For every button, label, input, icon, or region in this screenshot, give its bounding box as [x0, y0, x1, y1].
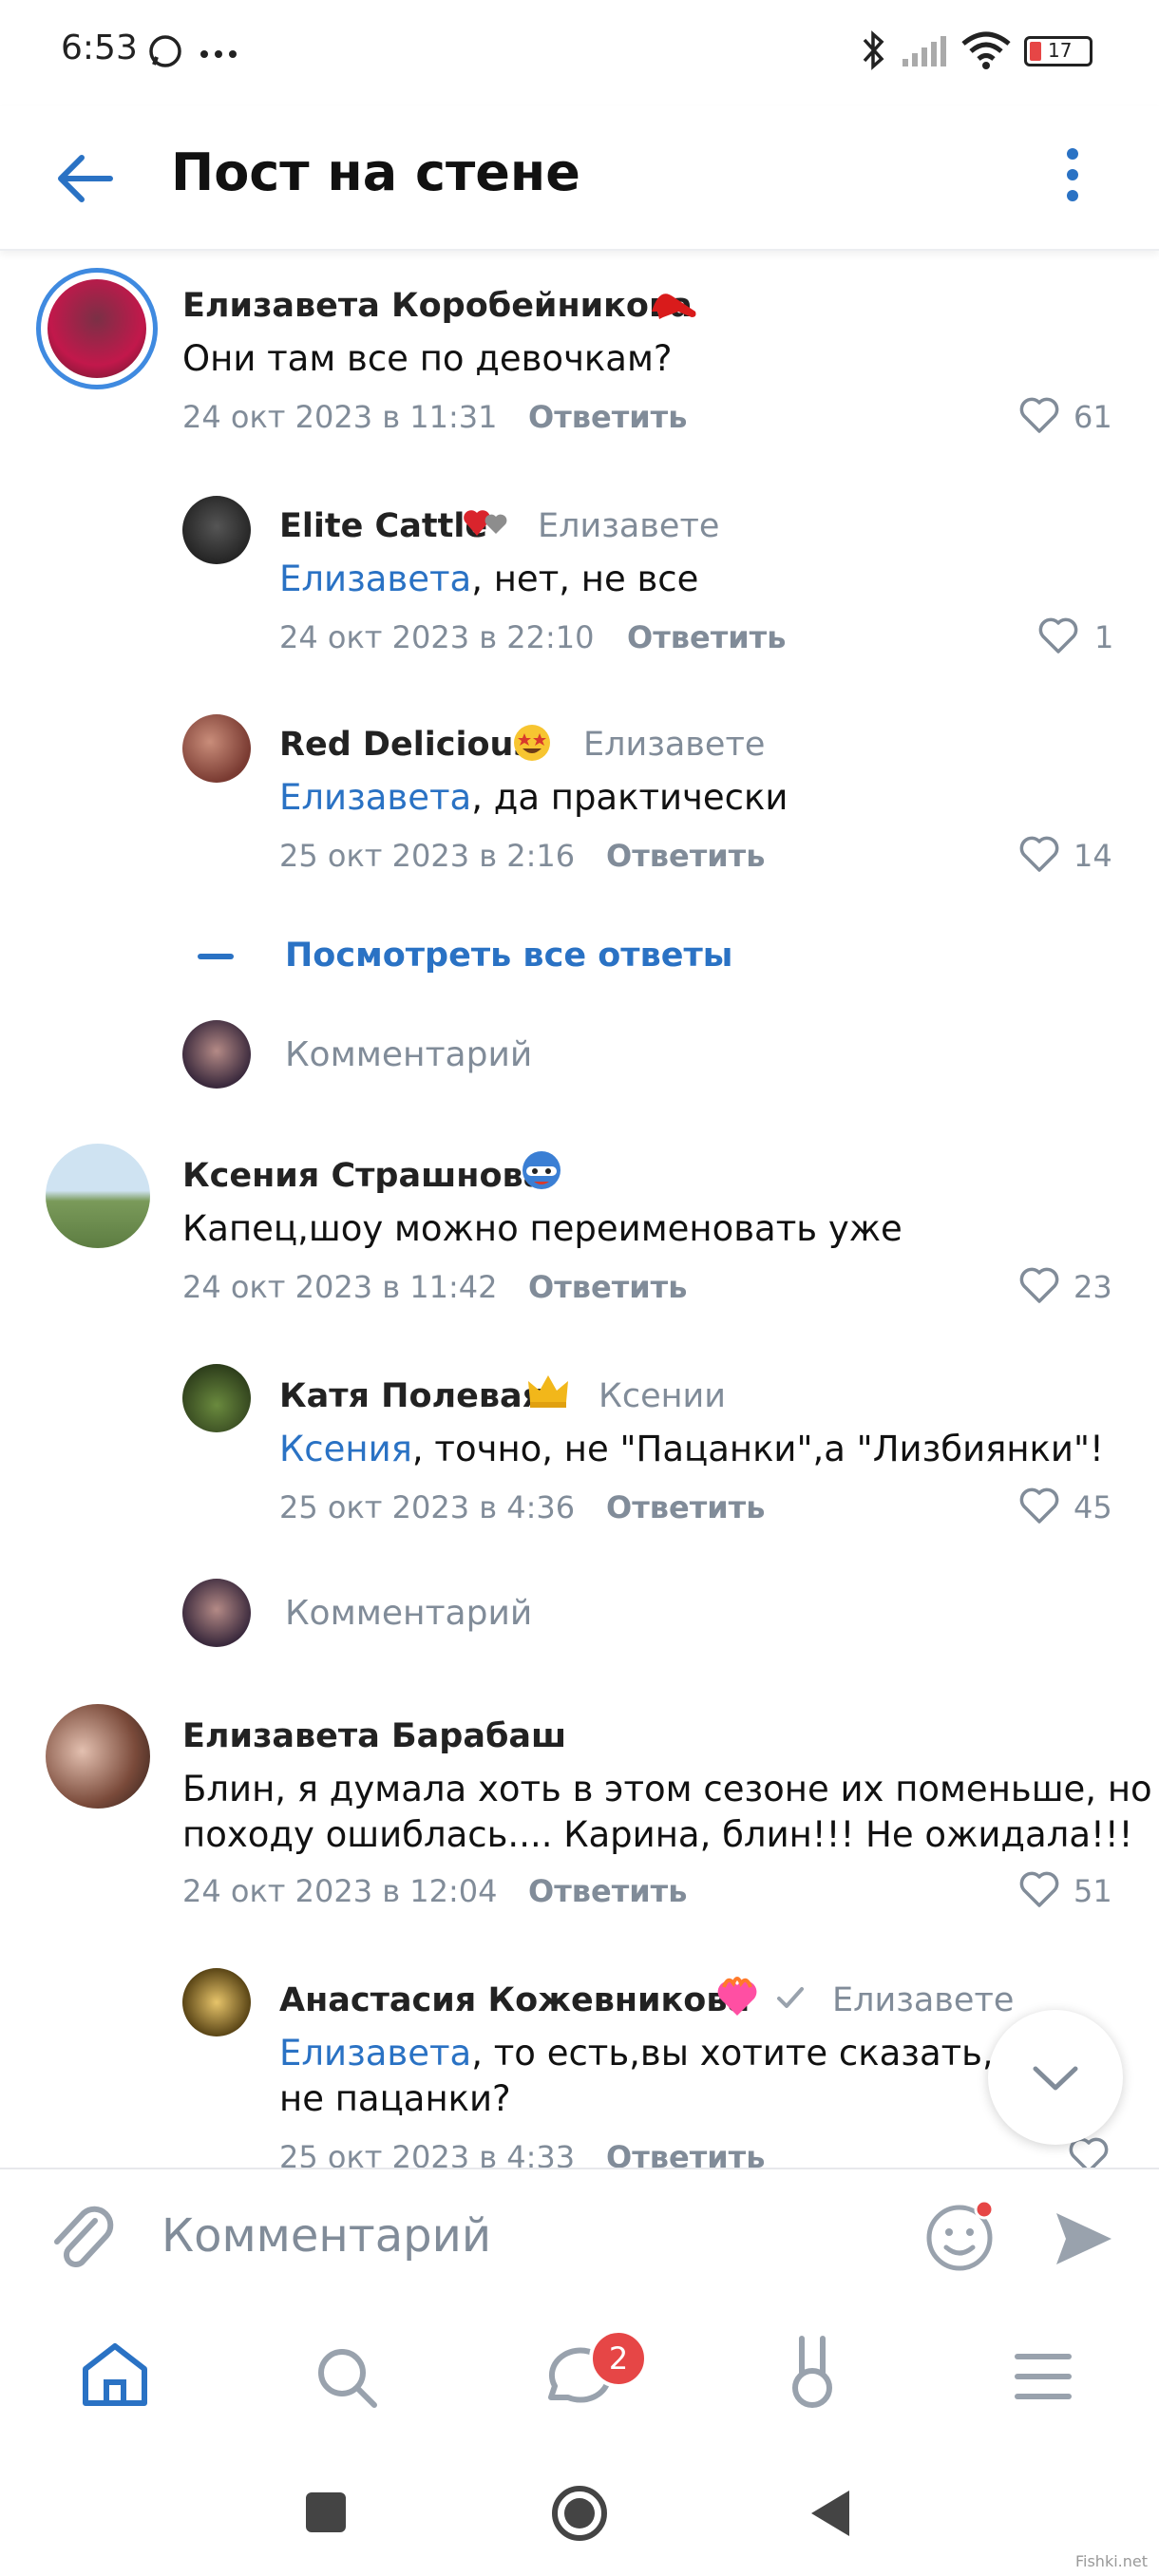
- heart-on-fire-emoji-icon: [714, 1974, 760, 2023]
- comment-input-bar: Комментарий: [0, 2168, 1159, 2310]
- reply-to-name[interactable]: Елизавете: [832, 1981, 1014, 2019]
- mask-emoji-icon: [519, 1147, 564, 1197]
- search-icon[interactable]: [314, 2344, 380, 2415]
- comment-text: Капец,шоу можно переименовать уже: [182, 1208, 902, 1249]
- author-name[interactable]: Red Delicious: [279, 726, 533, 764]
- wifi-icon: [960, 28, 1013, 74]
- battery-icon: 17: [1024, 36, 1092, 66]
- watermark: Fishki.net: [1074, 2552, 1148, 2570]
- avatar[interactable]: [46, 1144, 150, 1248]
- mention-link[interactable]: Елизавета: [279, 2033, 471, 2074]
- like-heart-icon[interactable]: [1037, 617, 1079, 659]
- avatar[interactable]: [182, 714, 251, 783]
- comment-date: 24 окт 2023 в 11:42: [182, 1269, 498, 1305]
- author-name[interactable]: Елизавета Барабаш: [182, 1717, 566, 1755]
- current-user-avatar: [182, 1020, 251, 1089]
- system-nav-bar: [0, 2439, 1159, 2576]
- reply-button[interactable]: Ответить: [528, 1873, 687, 1909]
- avatar[interactable]: [182, 1968, 251, 2036]
- back-arrow-icon[interactable]: [53, 150, 114, 211]
- avatar[interactable]: [46, 1704, 150, 1809]
- like-heart-icon[interactable]: [1018, 1267, 1060, 1309]
- reply-to-name[interactable]: Елизавете: [538, 507, 719, 545]
- avatar[interactable]: [182, 496, 251, 564]
- comment-date: 24 окт 2023 в 12:04: [182, 1873, 498, 1909]
- comment-input[interactable]: Комментарий: [162, 2209, 491, 2263]
- author-name[interactable]: Elite Cattle: [279, 507, 487, 545]
- reply-button[interactable]: Ответить: [528, 1269, 687, 1305]
- current-user-avatar: [182, 1579, 251, 1647]
- clips-icon[interactable]: [779, 2335, 846, 2415]
- avatar[interactable]: [36, 268, 158, 389]
- comment-text-line-2: не пацанки?: [279, 2078, 511, 2119]
- reply-to-name[interactable]: Елизавете: [583, 726, 765, 764]
- author-name[interactable]: Катя Полевая: [279, 1377, 543, 1415]
- emoji-smile-icon[interactable]: [923, 2198, 999, 2278]
- more-vertical-icon[interactable]: [1062, 144, 1083, 209]
- comment-text: Елизавета, да практически: [279, 777, 788, 818]
- paperclip-icon[interactable]: [48, 2202, 114, 2278]
- avatar[interactable]: [182, 1364, 251, 1432]
- bluetooth-icon: [859, 28, 887, 76]
- reply-button[interactable]: Ответить: [528, 399, 687, 435]
- crown-emoji-icon: [526, 1372, 570, 1413]
- comment-text-line-2: походу ошиблась.... Карина, блин!!! Не о…: [182, 1814, 1133, 1855]
- reply-comment-placeholder[interactable]: Комментарий: [285, 1035, 532, 1074]
- comment-text: Ксения, точно, не "Пацанки",а "Лизбиянки…: [279, 1429, 1104, 1469]
- author-name[interactable]: Ксения Страшнова: [182, 1157, 545, 1195]
- signal-icon: [901, 34, 948, 72]
- reply-button[interactable]: Ответить: [627, 619, 786, 655]
- recent-apps-icon[interactable]: [306, 2492, 346, 2532]
- comment-text: Елизавета, нет, не все: [279, 559, 699, 599]
- like-count: 45: [1074, 1489, 1112, 1525]
- chevron-down-icon: [1030, 2061, 1081, 2097]
- like-count: 14: [1074, 838, 1112, 874]
- comment-text-line-1: Елизавета, то есть,вы хотите сказать, чт: [279, 2033, 1046, 2074]
- like-heart-icon[interactable]: [1018, 836, 1060, 878]
- comment-text-line-1: Блин, я думала хоть в этом сезоне их пом…: [182, 1769, 1152, 1809]
- whatsapp-icon: [146, 32, 184, 74]
- battery-level: 17: [1048, 39, 1073, 62]
- messages-badge: 2: [589, 2329, 648, 2388]
- more-notifications-icon: [200, 46, 238, 64]
- status-bar: 6:53 17: [0, 0, 1159, 106]
- comment-date: 24 окт 2023 в 22:10: [279, 619, 595, 655]
- reply-button[interactable]: Ответить: [606, 838, 765, 874]
- home-icon[interactable]: [78, 2340, 152, 2413]
- like-count: 23: [1074, 1269, 1112, 1305]
- page-title: Пост на стене: [171, 142, 580, 202]
- reply-to-name[interactable]: Ксении: [598, 1377, 726, 1415]
- high-heel-emoji-icon: [650, 283, 699, 325]
- verified-check-icon: [773, 1981, 808, 2019]
- star-struck-emoji-icon: [511, 722, 553, 767]
- home-button-icon[interactable]: [551, 2485, 608, 2546]
- bottom-tab-bar: [0, 2306, 1159, 2439]
- mention-link[interactable]: Ксения: [279, 1429, 412, 1469]
- author-name[interactable]: Анастасия Кожевникова: [279, 1981, 750, 2019]
- comment-date: 25 окт 2023 в 2:16: [279, 838, 576, 874]
- like-heart-icon[interactable]: [1018, 397, 1060, 439]
- menu-icon[interactable]: [1013, 2352, 1074, 2405]
- mention-link[interactable]: Елизавета: [279, 559, 471, 599]
- reply-button[interactable]: Ответить: [606, 1489, 765, 1525]
- see-all-replies-link[interactable]: Посмотреть все ответы: [285, 937, 732, 975]
- mention-link[interactable]: Елизавета: [279, 777, 471, 818]
- reply-comment-placeholder[interactable]: Комментарий: [285, 1594, 532, 1633]
- like-heart-icon[interactable]: [1018, 1871, 1060, 1913]
- app-header: Пост на стене: [0, 106, 1159, 251]
- comment-date: 24 окт 2023 в 11:31: [182, 399, 498, 435]
- pixel-hearts-emoji-icon: [464, 507, 509, 545]
- status-time: 6:53: [61, 28, 138, 67]
- comment-date: 25 окт 2023 в 4:36: [279, 1489, 576, 1525]
- like-count: 1: [1094, 619, 1114, 655]
- like-count: 51: [1074, 1873, 1112, 1909]
- back-triangle-icon[interactable]: [808, 2487, 851, 2544]
- scroll-down-button[interactable]: [988, 2010, 1123, 2145]
- like-heart-icon[interactable]: [1018, 1487, 1060, 1529]
- author-name[interactable]: Елизавета Коробейникова: [182, 287, 693, 325]
- comment-text: Они там все по девочкам?: [182, 338, 673, 379]
- collapse-dash-icon[interactable]: [198, 954, 234, 959]
- like-count: 61: [1074, 399, 1112, 435]
- send-arrow-icon[interactable]: [1053, 2209, 1115, 2272]
